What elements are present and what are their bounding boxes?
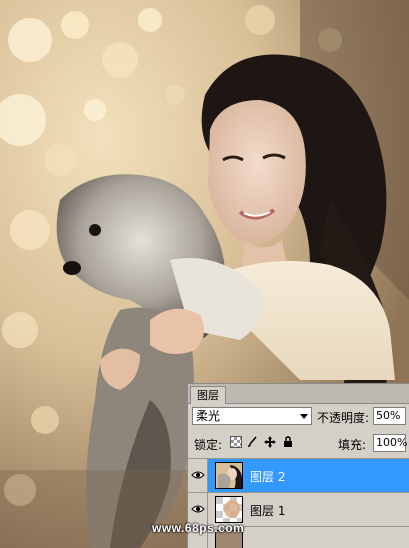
opacity-label: 不透明度: xyxy=(317,411,370,425)
lock-all-icon[interactable] xyxy=(282,436,294,448)
lock-row: 锁定: 填充: 100% xyxy=(188,431,409,455)
fill-label: 填充: xyxy=(338,438,367,452)
layer-thumbnail xyxy=(215,496,243,523)
layer-row-layer2[interactable]: 图层 2 xyxy=(188,458,409,492)
lock-transparent-icon[interactable] xyxy=(230,436,242,448)
layer-thumbnail xyxy=(215,462,243,489)
eye-icon xyxy=(191,471,205,479)
layer-name: 图层 1 xyxy=(250,504,286,518)
fill-field[interactable]: 100% xyxy=(373,434,407,452)
watermark: www.68ps.com xyxy=(152,521,245,535)
blend-mode-value: 柔光 xyxy=(196,409,221,423)
lock-label: 锁定: xyxy=(194,438,223,452)
chevron-down-icon xyxy=(300,414,308,419)
layer-visibility-toggle[interactable] xyxy=(188,459,208,492)
layer-name: 图层 2 xyxy=(250,470,286,484)
blend-mode-select[interactable]: 柔光 xyxy=(192,407,312,425)
layers-panel-tabbar: 图层 xyxy=(188,384,409,404)
eye-icon xyxy=(191,505,205,513)
lock-brush-icon[interactable] xyxy=(246,436,258,448)
opacity-field[interactable]: 50% xyxy=(373,407,406,425)
lock-move-icon[interactable] xyxy=(264,436,276,448)
canvas-area: 图层 柔光 不透明度: 50% 锁定: 填充: 100% 图层 2 图层 1 w… xyxy=(0,0,409,548)
tab-layers[interactable]: 图层 xyxy=(190,386,226,404)
blend-row: 柔光 不透明度: 50% xyxy=(188,405,409,429)
